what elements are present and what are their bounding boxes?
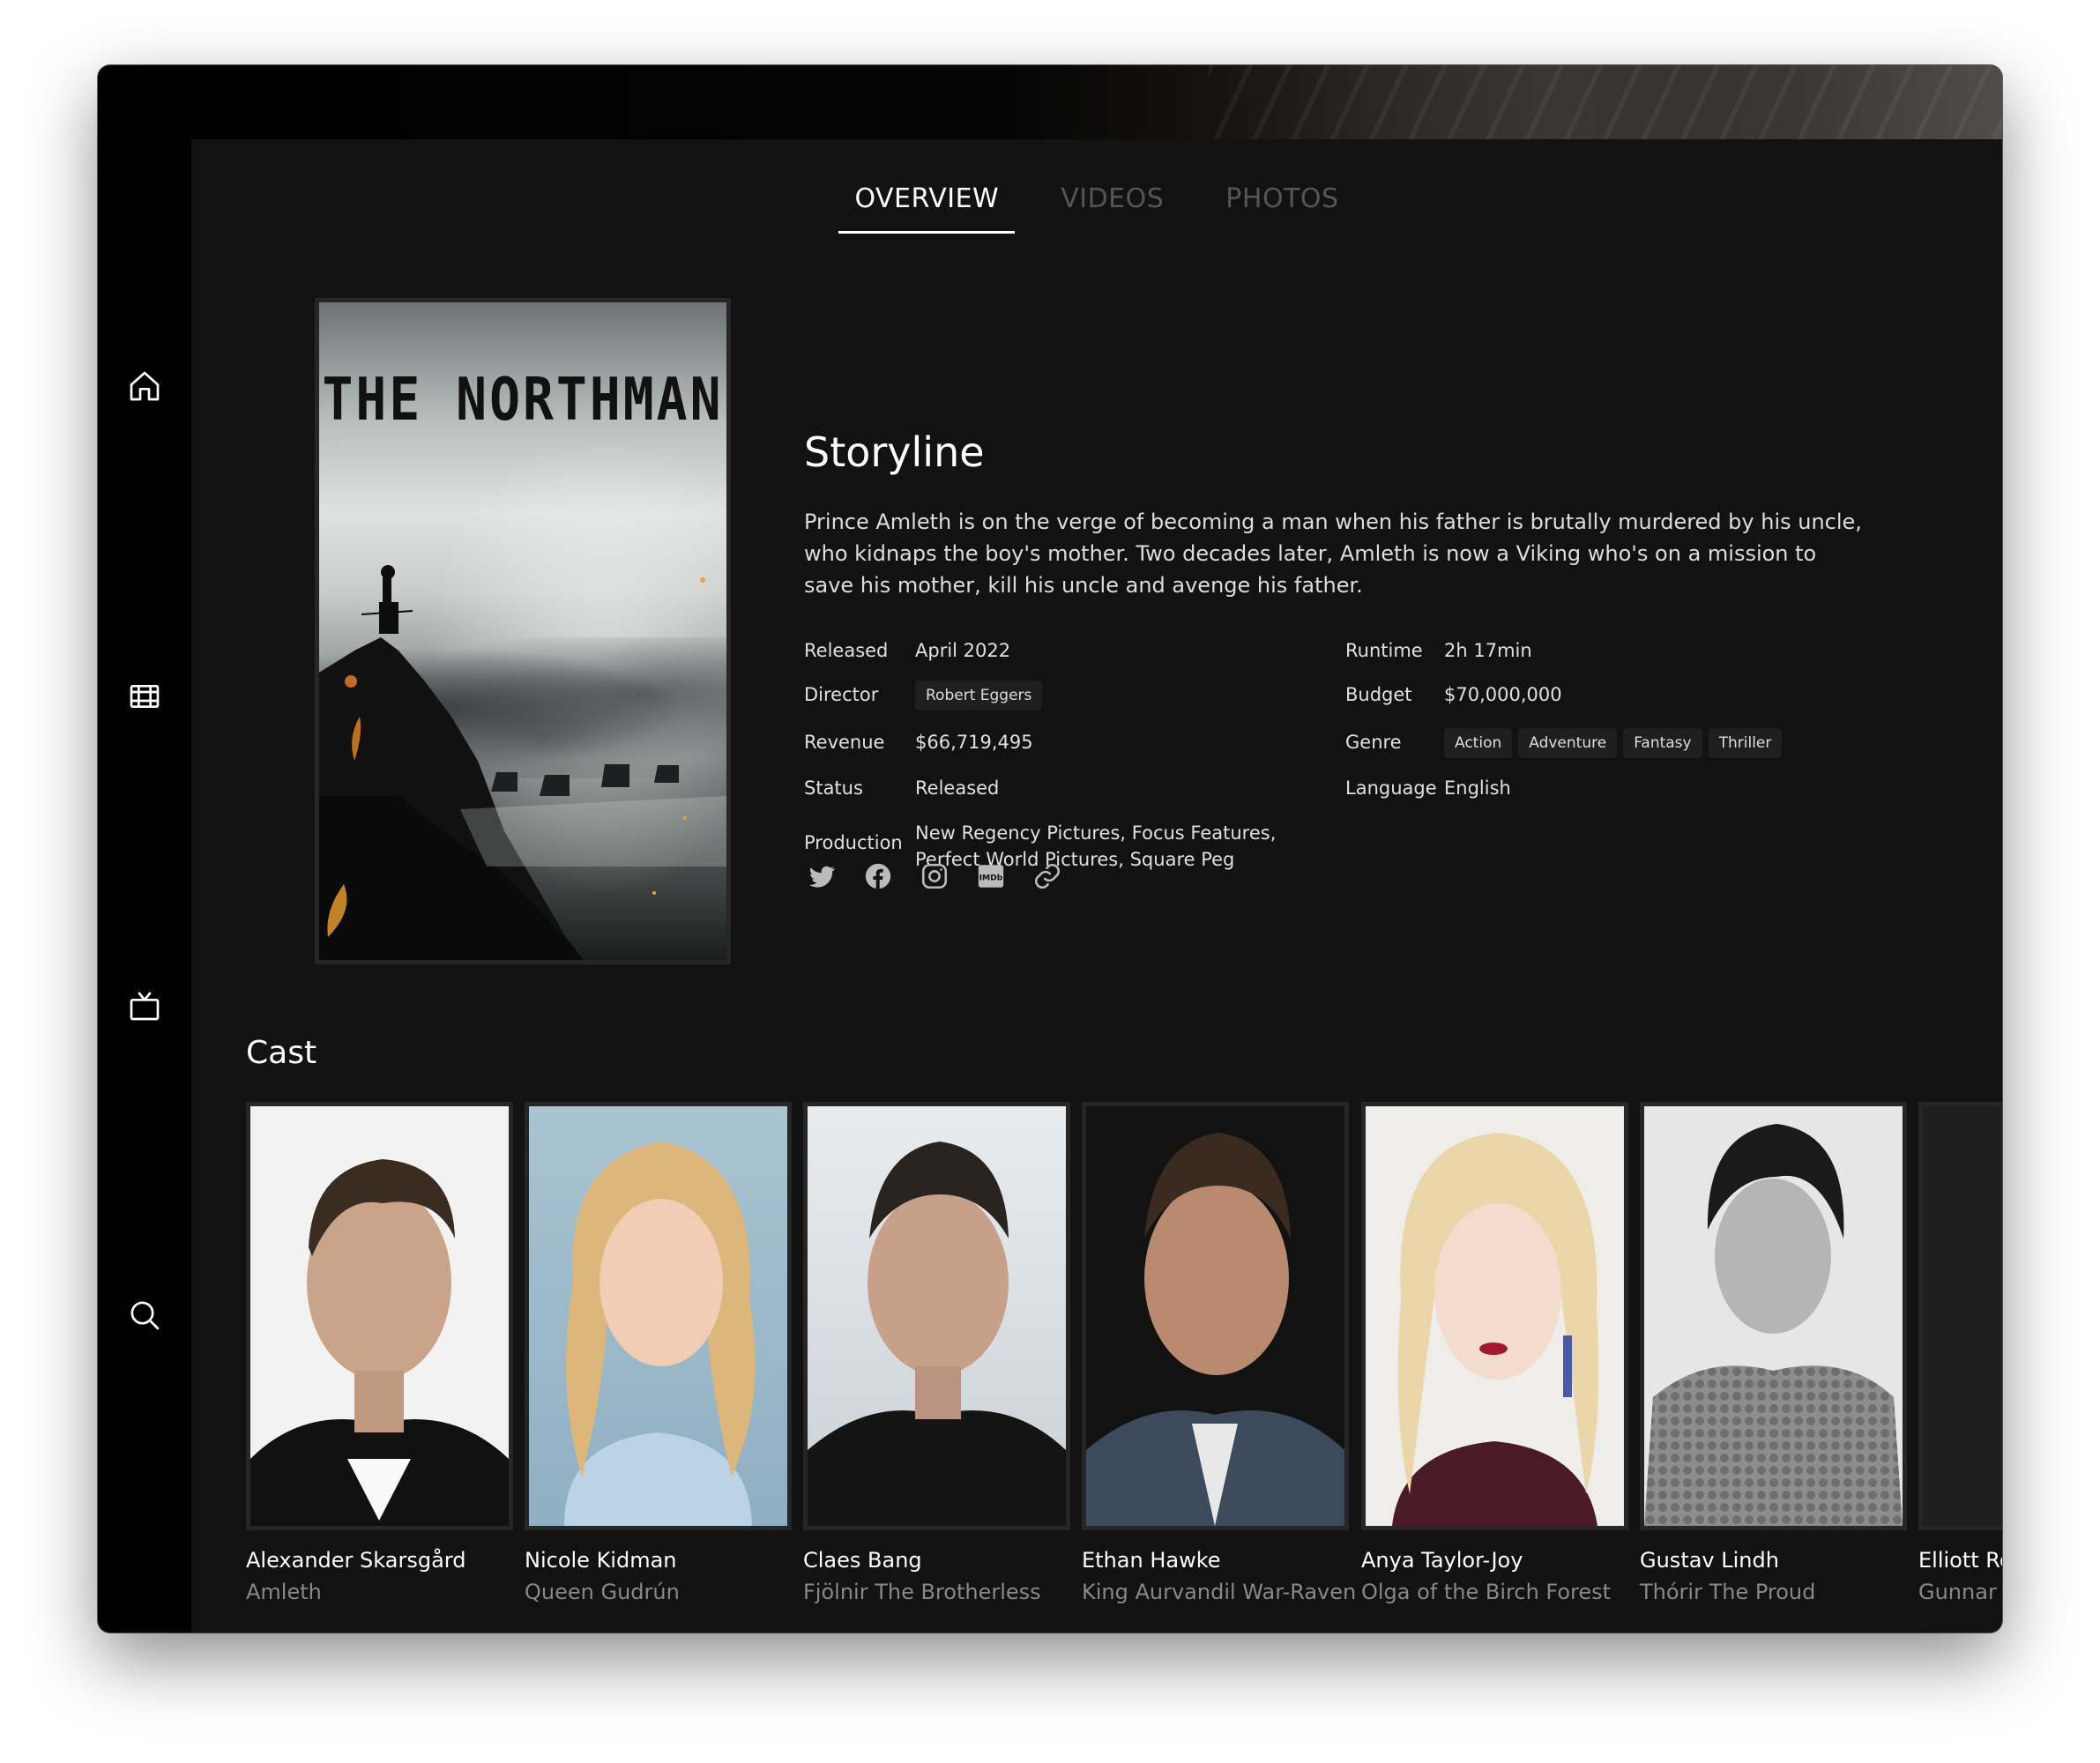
home-icon[interactable] — [125, 367, 164, 405]
sidebar — [98, 65, 191, 1633]
genre-chip-thriller[interactable]: Thriller — [1708, 728, 1783, 758]
cast-card-alexander-skarsgard[interactable]: Alexander Skarsgård Amleth — [246, 1102, 513, 1604]
genre-chip-action[interactable]: Action — [1444, 728, 1513, 758]
runtime-value: 2h 17min — [1444, 640, 1532, 661]
poster-title: THE NORTHMAN — [322, 364, 724, 435]
tab-videos[interactable]: VIDEOS — [1045, 183, 1180, 234]
runtime-label: Runtime — [1345, 640, 1423, 661]
genre-chip-fantasy[interactable]: Fantasy — [1623, 728, 1702, 758]
production-label: Production — [804, 832, 903, 853]
language-label: Language — [1345, 777, 1437, 799]
revenue-value: $66,719,495 — [915, 732, 1033, 753]
movie-poster: THE NORTHMAN — [315, 298, 731, 964]
cast-role: Fjölnir The Brotherless — [803, 1580, 1041, 1604]
tab-overview[interactable]: OVERVIEW — [838, 183, 1015, 234]
genre-label: Genre — [1345, 732, 1402, 753]
cast-name: Claes Bang — [803, 1548, 922, 1573]
hero-image — [1209, 65, 2002, 139]
cast-card-anya-taylor-joy[interactable]: Anya Taylor-Joy Olga of the Birch Forest — [1361, 1102, 1628, 1604]
status-label: Status — [804, 777, 863, 799]
director-label: Director — [804, 684, 879, 705]
cast-name: Gustav Lindh — [1640, 1548, 1779, 1573]
link-icon[interactable] — [1030, 859, 1065, 894]
cast-name: Nicole Kidman — [525, 1548, 677, 1573]
facebook-icon[interactable] — [860, 859, 896, 894]
film-icon[interactable] — [125, 677, 164, 716]
search-icon[interactable] — [125, 1296, 164, 1335]
cast-photo — [1361, 1102, 1628, 1530]
social-links: IMDb — [804, 859, 1065, 894]
tab-photos[interactable]: PHOTOS — [1210, 183, 1354, 234]
storyline-text: Prince Amleth is on the verge of becomin… — [804, 510, 1862, 598]
tab-bar: OVERVIEW VIDEOS PHOTOS — [191, 183, 2002, 234]
hero-backdrop — [191, 65, 2002, 139]
cast-photo — [1082, 1102, 1349, 1530]
cast-role: Gunnar — [1918, 1580, 1997, 1604]
cast-photo — [246, 1102, 513, 1530]
revenue-label: Revenue — [804, 732, 885, 753]
cast-role: King Aurvandil War-Raven — [1082, 1580, 1357, 1604]
budget-label: Budget — [1345, 684, 1412, 705]
tv-icon[interactable] — [125, 986, 164, 1025]
cast-photo — [1640, 1102, 1907, 1530]
cast-name: Elliott Ro — [1918, 1548, 2002, 1573]
cast-role: Amleth — [246, 1580, 322, 1604]
released-label: Released — [804, 640, 889, 661]
director-chip[interactable]: Robert Eggers — [915, 681, 1043, 710]
cast-card-ethan-hawke[interactable]: Ethan Hawke King Aurvandil War-Raven — [1082, 1102, 1357, 1604]
instagram-icon[interactable] — [917, 859, 952, 894]
imdb-icon[interactable]: IMDb — [973, 859, 1009, 894]
cast-role: Thórir The Proud — [1640, 1580, 1816, 1604]
twitter-icon[interactable] — [804, 859, 839, 894]
status-value: Released — [915, 777, 1000, 799]
cast-card-nicole-kidman[interactable]: Nicole Kidman Queen Gudrún — [525, 1102, 792, 1604]
genre-chip-adventure[interactable]: Adventure — [1518, 728, 1618, 758]
language-value: English — [1444, 777, 1511, 799]
app-window: OVERVIEW VIDEOS PHOTOS THE NORTHMAN Stor… — [98, 65, 2002, 1633]
cast-photo — [803, 1102, 1070, 1530]
cast-role: Queen Gudrún — [525, 1580, 680, 1604]
cast-card-elliott-ro[interactable]: Elliott Ro Gunnar — [1918, 1102, 2002, 1604]
cast-card-claes-bang[interactable]: Claes Bang Fjölnir The Brotherless — [803, 1102, 1070, 1604]
cast-card-gustav-lindh[interactable]: Gustav Lindh Thórir The Proud — [1640, 1102, 1907, 1604]
cast-name: Alexander Skarsgård — [246, 1548, 466, 1573]
cast-photo — [1918, 1102, 2002, 1530]
cast-name: Ethan Hawke — [1082, 1548, 1221, 1573]
released-value: April 2022 — [915, 640, 1011, 661]
cast-heading: Cast — [246, 1035, 317, 1071]
storyline-heading: Storyline — [804, 428, 985, 476]
cast-role: Olga of the Birch Forest — [1361, 1580, 1612, 1604]
cast-photo — [525, 1102, 792, 1530]
cast-name: Anya Taylor-Joy — [1361, 1548, 1523, 1573]
svg-text:IMDb: IMDb — [979, 873, 1003, 882]
budget-value: $70,000,000 — [1444, 684, 1562, 705]
